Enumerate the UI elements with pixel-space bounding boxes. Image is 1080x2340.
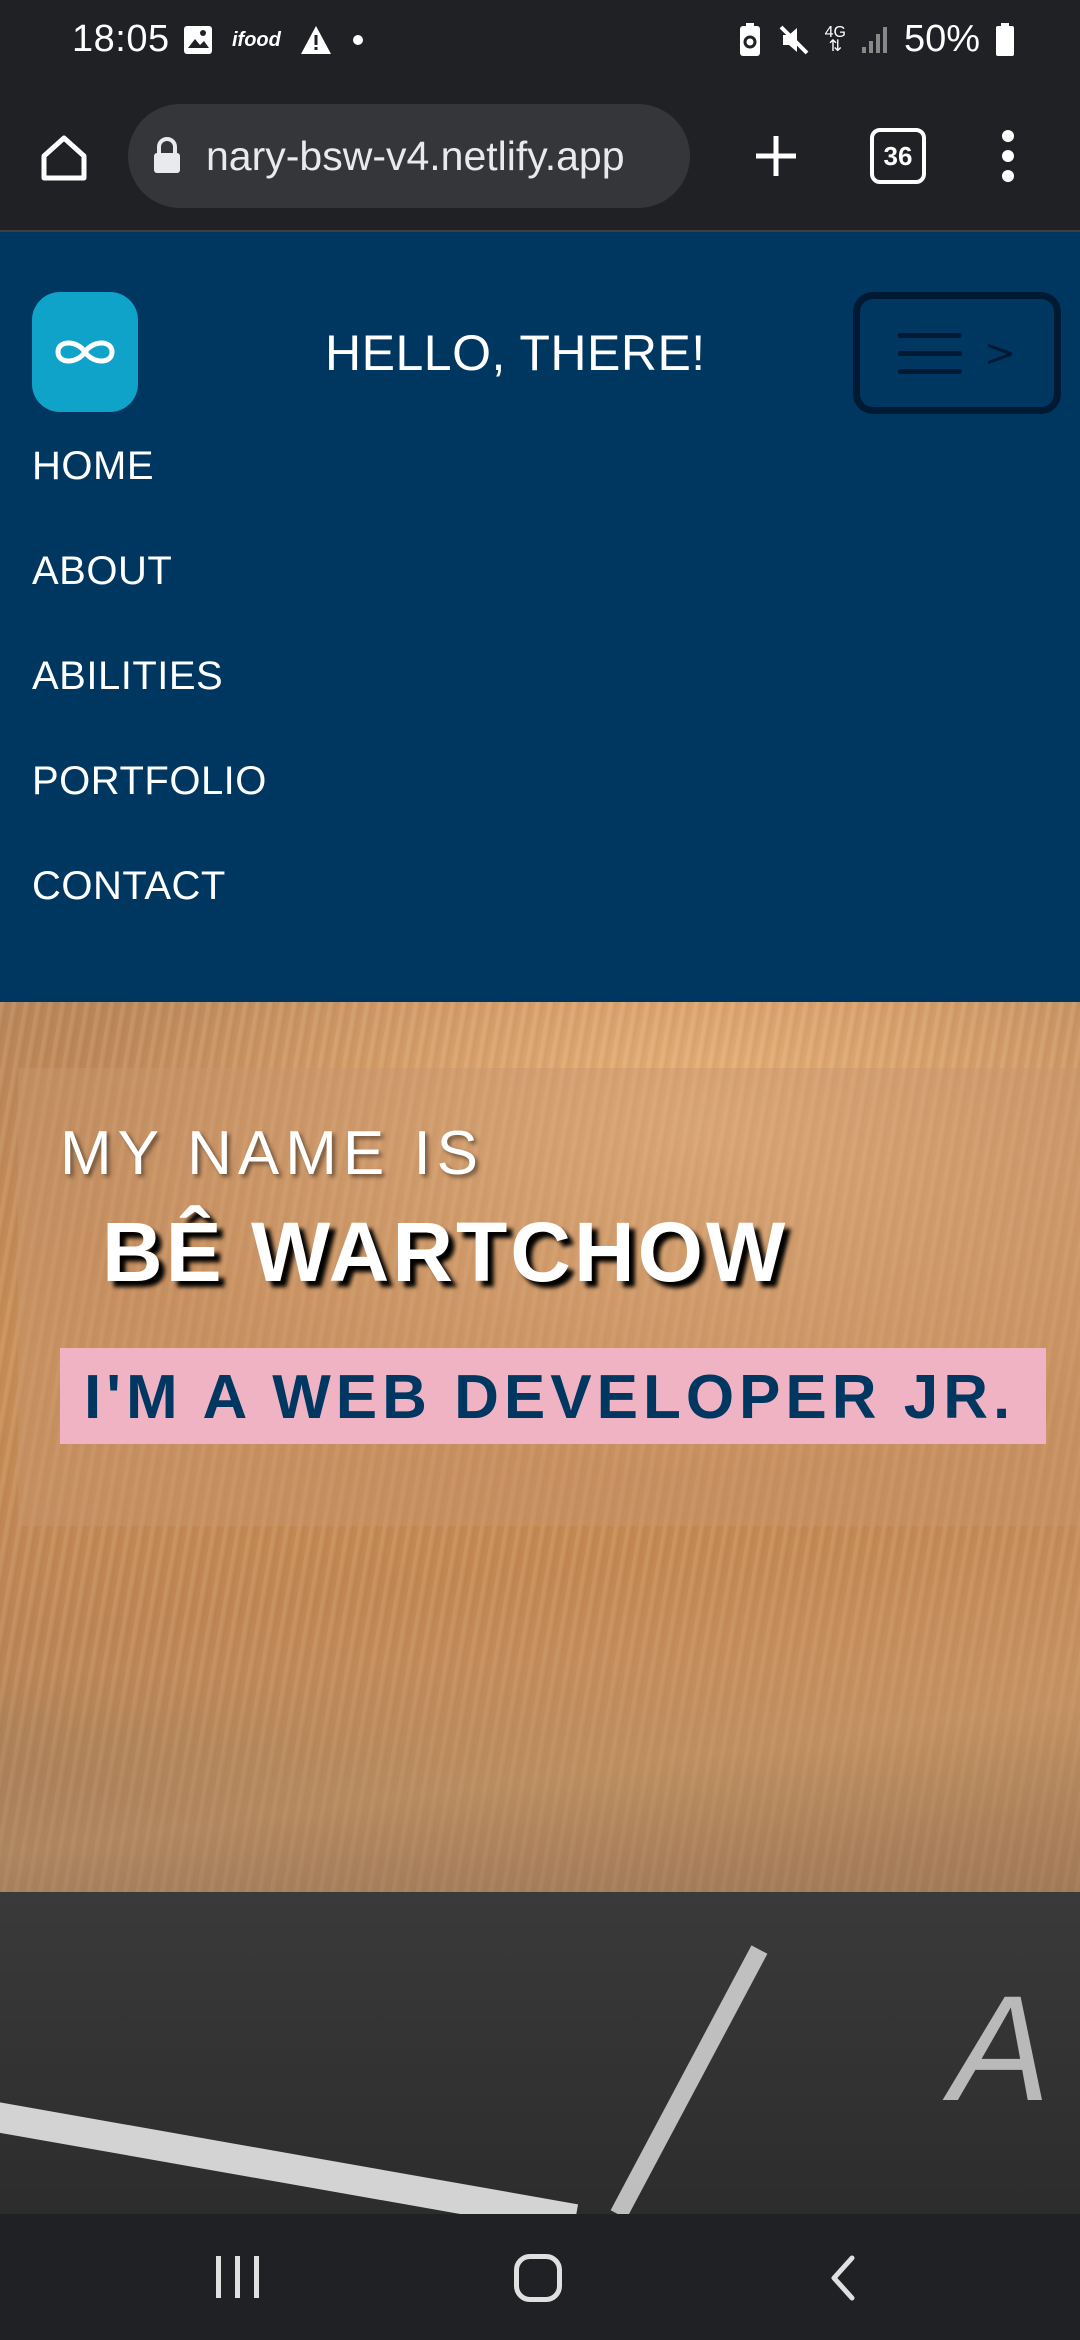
new-tab-button[interactable] (744, 124, 808, 188)
menu-dot-icon (1002, 130, 1014, 142)
address-bar[interactable]: nary-bsw-v4.netlify.app (128, 104, 690, 208)
intro-text: MY NAME IS (60, 1119, 485, 1188)
recent-apps-button[interactable] (216, 2256, 259, 2298)
network-icon: 4G ⇅ (824, 23, 846, 55)
system-navigation-bar (0, 2214, 1080, 2340)
plus-icon (756, 136, 796, 176)
lock-icon (154, 137, 180, 173)
hero-section: A MY NAME IS BÊ WARTCHOW I'M A WEB DEVEL… (0, 1002, 1080, 2214)
site-nav: HOME ABOUT ABILITIES PORTFOLIO CONTACT (32, 442, 267, 967)
menu-dot-icon (1002, 150, 1014, 162)
battery-icon (996, 22, 1014, 56)
warning-icon (300, 26, 331, 54)
status-bar: 18:05 ifood 4G ⇅ 50% (0, 0, 1080, 88)
nav-item-home[interactable]: HOME (32, 442, 267, 547)
site-header: HELLO, THERE! > HOME ABOUT ABILITIES POR… (0, 232, 1080, 1002)
nav-item-contact[interactable]: CONTACT (32, 862, 267, 967)
nav-item-abilities[interactable]: ABILITIES (32, 652, 267, 757)
role-text: I'M A WEB DEVELOPER JR. (84, 1363, 1016, 1432)
chevron-right-icon: > (984, 331, 1016, 375)
battery-saver-icon (739, 22, 760, 56)
hero-intro-box: MY NAME IS BÊ WARTCHOW I'M A WEB DEVELOP… (18, 1068, 1080, 1526)
url-display: nary-bsw-v4.netlify.app (206, 133, 625, 179)
system-status-icons: 4G ⇅ 50% (737, 18, 1016, 61)
site-logo[interactable] (32, 292, 138, 412)
dot-icon (352, 35, 363, 45)
developer-name: BÊ WARTCHOW (102, 1205, 789, 1299)
mute-icon (779, 25, 809, 54)
keyboard-background (0, 1892, 1080, 2214)
image-icon (184, 26, 212, 54)
infinity-icon (55, 340, 115, 364)
home-button[interactable] (514, 2254, 562, 2302)
nav-item-about[interactable]: ABOUT (32, 547, 267, 652)
battery-percent: 50% (903, 18, 980, 60)
hamburger-icon (898, 332, 963, 374)
status-time: 18:05 (72, 18, 170, 60)
back-icon[interactable] (826, 2254, 858, 2302)
browser-toolbar: nary-bsw-v4.netlify.app 36 (0, 88, 1080, 232)
ifood-icon: ifood (232, 28, 281, 51)
nav-item-portfolio[interactable]: PORTFOLIO (32, 757, 267, 862)
home-icon (41, 135, 87, 181)
notification-icons: ifood (182, 24, 365, 56)
signal-icon (861, 26, 887, 53)
tab-switcher-button[interactable]: 36 (870, 128, 926, 184)
browser-menu-button[interactable] (990, 124, 1026, 188)
keycap-letter: A (950, 1964, 1051, 2132)
role-banner: I'M A WEB DEVELOPER JR. (60, 1348, 1046, 1444)
greeting-text: HELLO, THERE! (325, 325, 706, 381)
nav-toggle-button[interactable]: > (853, 292, 1061, 414)
url-text: nary-bsw-v4.netlify.app (206, 133, 676, 180)
menu-dot-icon (1002, 170, 1014, 182)
browser-home-button[interactable] (32, 126, 96, 190)
